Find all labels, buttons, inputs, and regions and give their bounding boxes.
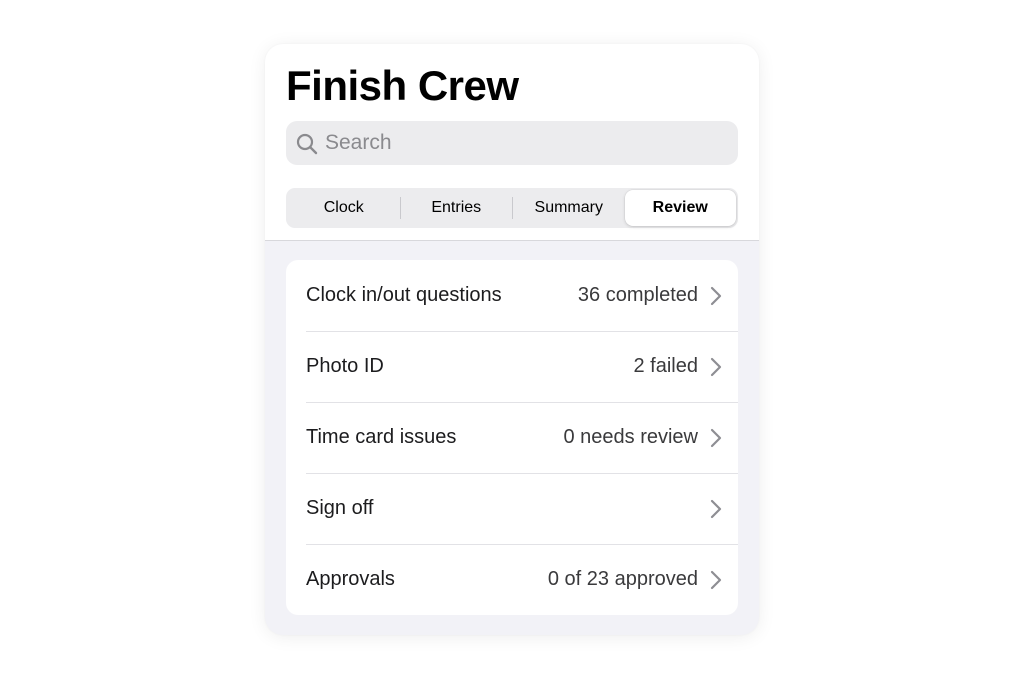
tab-clock[interactable]: Clock <box>288 190 400 226</box>
search-icon <box>295 132 319 156</box>
list-item-label: Clock in/out questions <box>306 284 502 306</box>
list-item-label: Photo ID <box>306 355 384 377</box>
search-input[interactable] <box>325 121 725 165</box>
list-item-value: 0 needs review <box>563 426 698 448</box>
tab-bar: Clock Entries Summary Review <box>286 188 738 228</box>
panel-header: Finish Crew Clock Entries Summary Review <box>265 44 759 241</box>
chevron-right-icon <box>710 499 722 518</box>
tab-summary[interactable]: Summary <box>513 190 625 226</box>
list-item-label: Time card issues <box>306 426 457 448</box>
list-item-value: 0 of 23 approved <box>547 568 698 590</box>
chevron-right-icon <box>710 428 722 447</box>
review-panel: Finish Crew Clock Entries Summary Review… <box>265 44 759 635</box>
list-item-value: 2 failed <box>633 355 699 377</box>
tab-entries[interactable]: Entries <box>401 190 513 226</box>
list-item-sign-off[interactable]: Sign off <box>286 473 738 544</box>
list-item-clock-questions[interactable]: Clock in/out questions 36 completed <box>286 260 738 331</box>
page-title: Finish Crew <box>286 62 519 109</box>
chevron-right-icon <box>710 357 722 376</box>
search-bar[interactable] <box>286 121 738 165</box>
list-item-label: Sign off <box>306 497 374 519</box>
chevron-right-icon <box>710 570 722 589</box>
list-item-approvals[interactable]: Approvals 0 of 23 approved <box>286 544 738 615</box>
list-item-photo-id[interactable]: Photo ID 2 failed <box>286 331 738 402</box>
list-item-value: 36 completed <box>577 284 698 306</box>
chevron-right-icon <box>710 286 722 305</box>
tab-review[interactable]: Review <box>624 190 736 226</box>
list-item-time-card-issues[interactable]: Time card issues 0 needs review <box>286 402 738 473</box>
list-item-label: Approvals <box>306 568 395 590</box>
review-list: Clock in/out questions 36 completed Phot… <box>286 260 738 615</box>
